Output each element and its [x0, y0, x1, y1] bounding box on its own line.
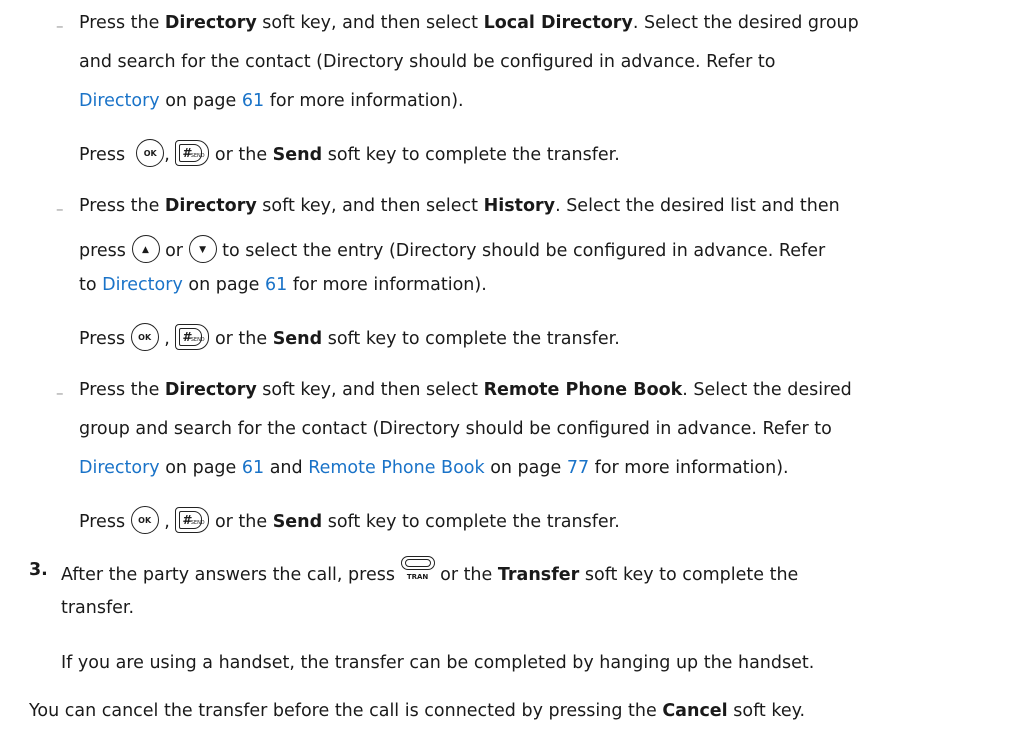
up-key-icon: ▲ — [131, 235, 160, 263]
page-61-link[interactable]: 61 — [242, 91, 264, 111]
ok-key-icon: OK — [136, 139, 165, 167]
press-line-1: Press OK, #SEND or the Send soft key to … — [79, 139, 620, 169]
cancel-note: You can cancel the transfer before the c… — [29, 701, 806, 721]
bullet-dash: – — [56, 384, 64, 402]
press-line-2: Press OK , #SEND or the Send soft key to… — [79, 323, 620, 353]
ok-key-icon: OK — [130, 323, 159, 351]
bullet-dash: – — [56, 200, 64, 218]
step-3-line-2: transfer. — [61, 598, 135, 618]
down-key-icon: ▼ — [188, 235, 217, 263]
page-61-link[interactable]: 61 — [265, 275, 287, 295]
remote-phone-book-link[interactable]: Remote Phone Book — [308, 458, 484, 478]
handset-note: If you are using a handset, the transfer… — [61, 653, 815, 673]
send-key-icon: #SEND — [175, 324, 210, 350]
bullet-1-line-3: Directory on page 61 for more informatio… — [79, 91, 464, 111]
page-77-link[interactable]: 77 — [567, 458, 589, 478]
step-number: 3. — [29, 560, 48, 580]
bullet-1-line-1: Press the Directory soft key, and then s… — [79, 13, 859, 33]
bullet-3-line-2: group and search for the contact (Direct… — [79, 419, 832, 439]
page-61-link[interactable]: 61 — [242, 458, 264, 478]
bullet-3-line-1: Press the Directory soft key, and then s… — [79, 380, 852, 400]
bullet-1-line-2: and search for the contact (Directory sh… — [79, 52, 776, 72]
press-line-3: Press OK , #SEND or the Send soft key to… — [79, 506, 620, 536]
bullet-2-line-2: press ▲ or ▼ to select the entry (Direct… — [79, 235, 825, 265]
step-3-line-1: After the party answers the call, press … — [61, 556, 798, 590]
bullet-2-line-1: Press the Directory soft key, and then s… — [79, 196, 840, 216]
bullet-3-line-3: Directory on page 61 and Remote Phone Bo… — [79, 458, 789, 478]
bullet-2-line-3: to Directory on page 61 for more informa… — [79, 275, 487, 295]
directory-link[interactable]: Directory — [79, 91, 160, 111]
tran-key-icon: TRAN — [400, 554, 435, 584]
directory-link[interactable]: Directory — [79, 458, 160, 478]
directory-link[interactable]: Directory — [102, 275, 183, 295]
bullet-dash: – — [56, 17, 64, 35]
ok-key-icon: OK — [130, 506, 159, 534]
send-key-icon: #SEND — [175, 507, 210, 533]
send-key-icon: #SEND — [175, 140, 210, 166]
